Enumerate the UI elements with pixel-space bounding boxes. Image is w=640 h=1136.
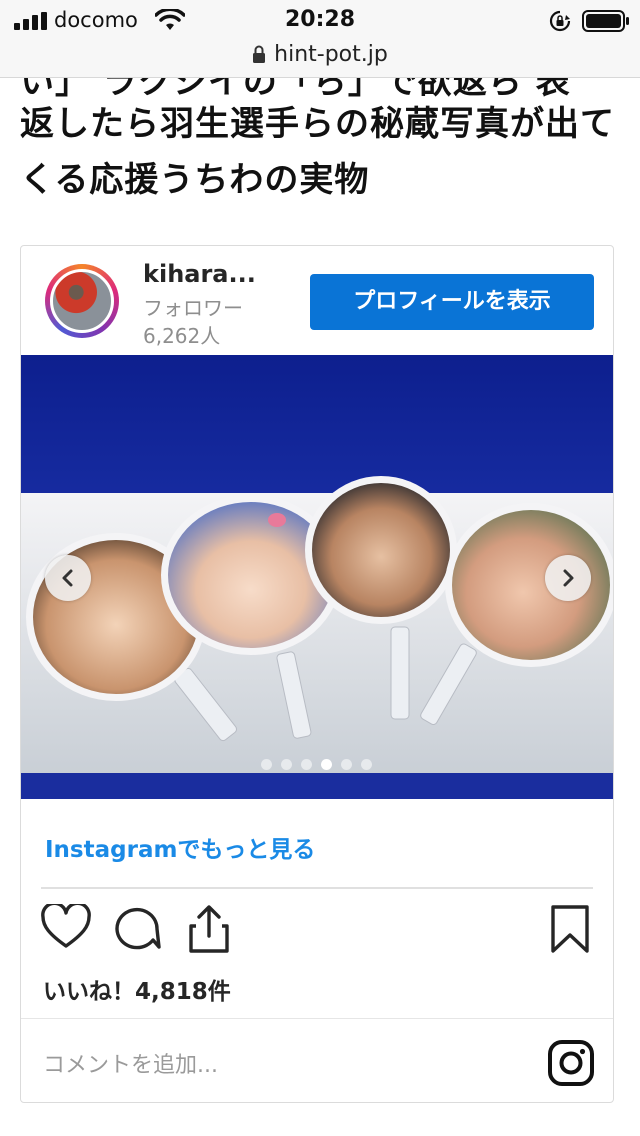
page-url: hint-pot.jp	[274, 42, 388, 67]
instagram-embed: kihara... フォロワー 6,262人 プロフィールを表示 Instagr…	[20, 245, 614, 1103]
likes-count: いいね！4,818件	[43, 979, 231, 1005]
heart-icon[interactable]	[41, 904, 91, 950]
battery-icon	[582, 10, 629, 32]
clock: 20:28	[284, 7, 356, 32]
carousel-dot[interactable]	[361, 759, 372, 770]
comment-input-placeholder: コメントを追加...	[43, 1053, 218, 1078]
view-profile-button[interactable]: プロフィールを表示	[310, 274, 594, 330]
article-title: 返したら羽生選手らの秘蔵写真が出てくる応援うちわの実物	[20, 104, 615, 200]
chevron-right-icon	[563, 569, 574, 587]
chevron-left-icon	[62, 569, 73, 587]
action-bar	[21, 900, 613, 960]
carousel-dot[interactable]	[281, 759, 292, 770]
followers-label: フォロワー	[143, 296, 243, 320]
divider	[41, 887, 593, 889]
bookmark-icon[interactable]	[549, 904, 591, 954]
carousel-indicator	[261, 759, 372, 771]
comment-icon[interactable]	[113, 904, 161, 952]
carousel-dot[interactable]	[341, 759, 352, 770]
address-bar[interactable]: hint-pot.jp	[0, 40, 640, 78]
followers-count: 6,262人	[143, 324, 221, 348]
comment-box[interactable]: コメントを追加...	[21, 1018, 613, 1102]
post-image[interactable]	[21, 355, 613, 799]
carousel-prev-button[interactable]	[45, 555, 91, 601]
padlock-icon	[253, 45, 266, 63]
avatar[interactable]	[45, 264, 119, 338]
rotation-lock-icon	[549, 10, 571, 32]
carousel-next-button[interactable]	[545, 555, 591, 601]
uchiwa-fans-photo	[21, 355, 613, 799]
share-icon[interactable]	[187, 904, 231, 954]
carousel-dot[interactable]	[301, 759, 312, 770]
username[interactable]: kihara...	[143, 260, 256, 288]
view-more-on-instagram-link[interactable]: Instagramでもっと見る	[45, 830, 315, 864]
status-bar: docomo 20:28	[0, 0, 640, 40]
carousel-dot[interactable]	[321, 759, 332, 770]
instagram-logo-icon[interactable]	[547, 1039, 595, 1087]
carousel-dot[interactable]	[261, 759, 272, 770]
